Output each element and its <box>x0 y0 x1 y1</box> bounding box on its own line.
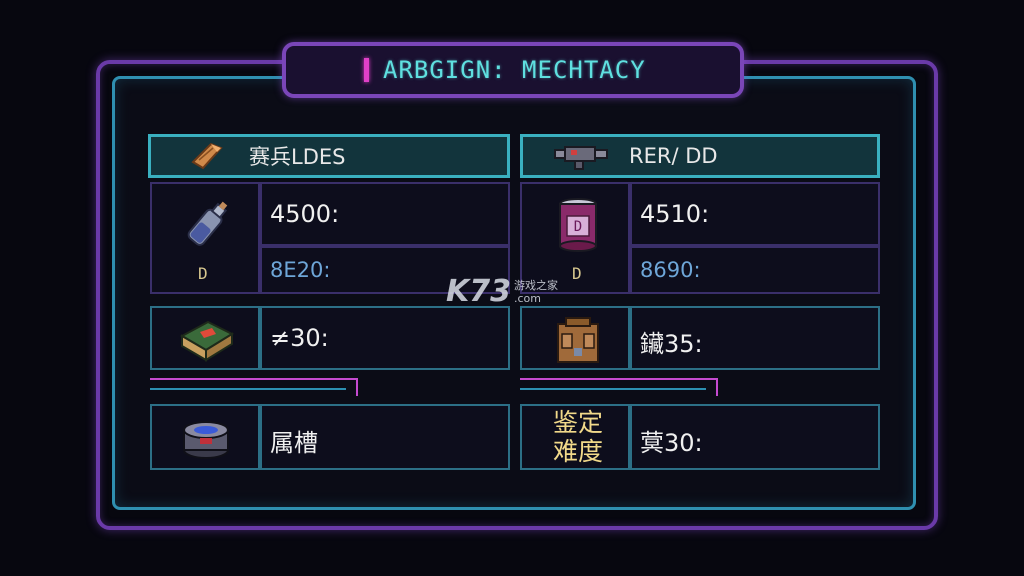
right-stat-row-3-value: 蓂30: <box>640 429 703 457</box>
left-stat-row-2: ≠30: <box>260 306 510 370</box>
right-circuit-line-teal <box>520 388 706 390</box>
left-circuit-line <box>150 378 356 380</box>
spellbook-icon <box>179 320 235 362</box>
left-circuit-line-teal <box>150 388 346 390</box>
right-stat-primary-value: 4510: <box>640 200 710 228</box>
window-title: ARBGIGN: MECHTACY <box>383 56 646 84</box>
title-accent-bar <box>364 58 369 82</box>
potion-bottle-icon <box>187 201 228 246</box>
left-stat-primary: 4500: <box>260 182 510 246</box>
left-stat-row-3: 属槽 <box>260 404 510 470</box>
right-stat-secondary-value: 8690: <box>640 258 701 282</box>
left-item-slot-1[interactable]: D <box>150 182 260 294</box>
right-stat-secondary: 8690: <box>630 246 880 294</box>
watermark-domain: .com <box>514 291 541 305</box>
gem-canister-icon <box>183 421 229 459</box>
right-stat-row-2: 鑶35: <box>630 306 880 370</box>
left-stat-row-2-value: ≠30: <box>270 324 329 352</box>
scroll-icon <box>191 142 223 170</box>
purple-jar-icon: D <box>559 198 597 252</box>
appraisal-label-line-1: 鉴定 <box>552 408 603 437</box>
right-circuit-line <box>520 378 716 380</box>
watermark-brand: K73 <box>446 274 511 309</box>
appraisal-label-line-2: 难度 <box>552 437 603 466</box>
left-panel-title: 赛兵LDES <box>249 145 346 169</box>
left-panel-header[interactable]: 赛兵LDES <box>148 134 510 178</box>
right-panel-header[interactable]: RER/ DD <box>520 134 880 178</box>
left-stat-secondary-value: 8E20: <box>270 258 331 282</box>
blaster-icon <box>554 146 608 170</box>
left-item-slot-2[interactable] <box>150 306 260 370</box>
svg-text:D: D <box>574 219 582 235</box>
left-item-1-grade: D <box>198 264 208 283</box>
left-item-slot-3[interactable] <box>150 404 260 470</box>
left-circuit-line-vertical <box>356 378 358 396</box>
right-panel-title: RER/ DD <box>629 144 718 168</box>
right-item-1-grade: D <box>572 264 582 283</box>
right-stat-primary: 4510: <box>630 182 880 246</box>
right-stat-row-2-value: 鑶35: <box>640 330 703 358</box>
leather-pack-icon <box>557 317 599 363</box>
title-plate: ARBGIGN: MECHTACY <box>282 42 744 98</box>
appraisal-difficulty-label: 鉴定 难度 <box>548 408 608 466</box>
right-item-slot-2[interactable] <box>520 306 630 370</box>
k73-watermark: K73 游戏之家 .com <box>446 274 558 309</box>
left-stat-row-3-value: 属槽 <box>270 429 318 457</box>
watermark-cn: 游戏之家 <box>514 278 558 292</box>
left-stat-primary-value: 4500: <box>270 200 340 228</box>
right-circuit-line-vertical <box>716 378 718 396</box>
right-stat-row-3: 蓂30: <box>630 404 880 470</box>
